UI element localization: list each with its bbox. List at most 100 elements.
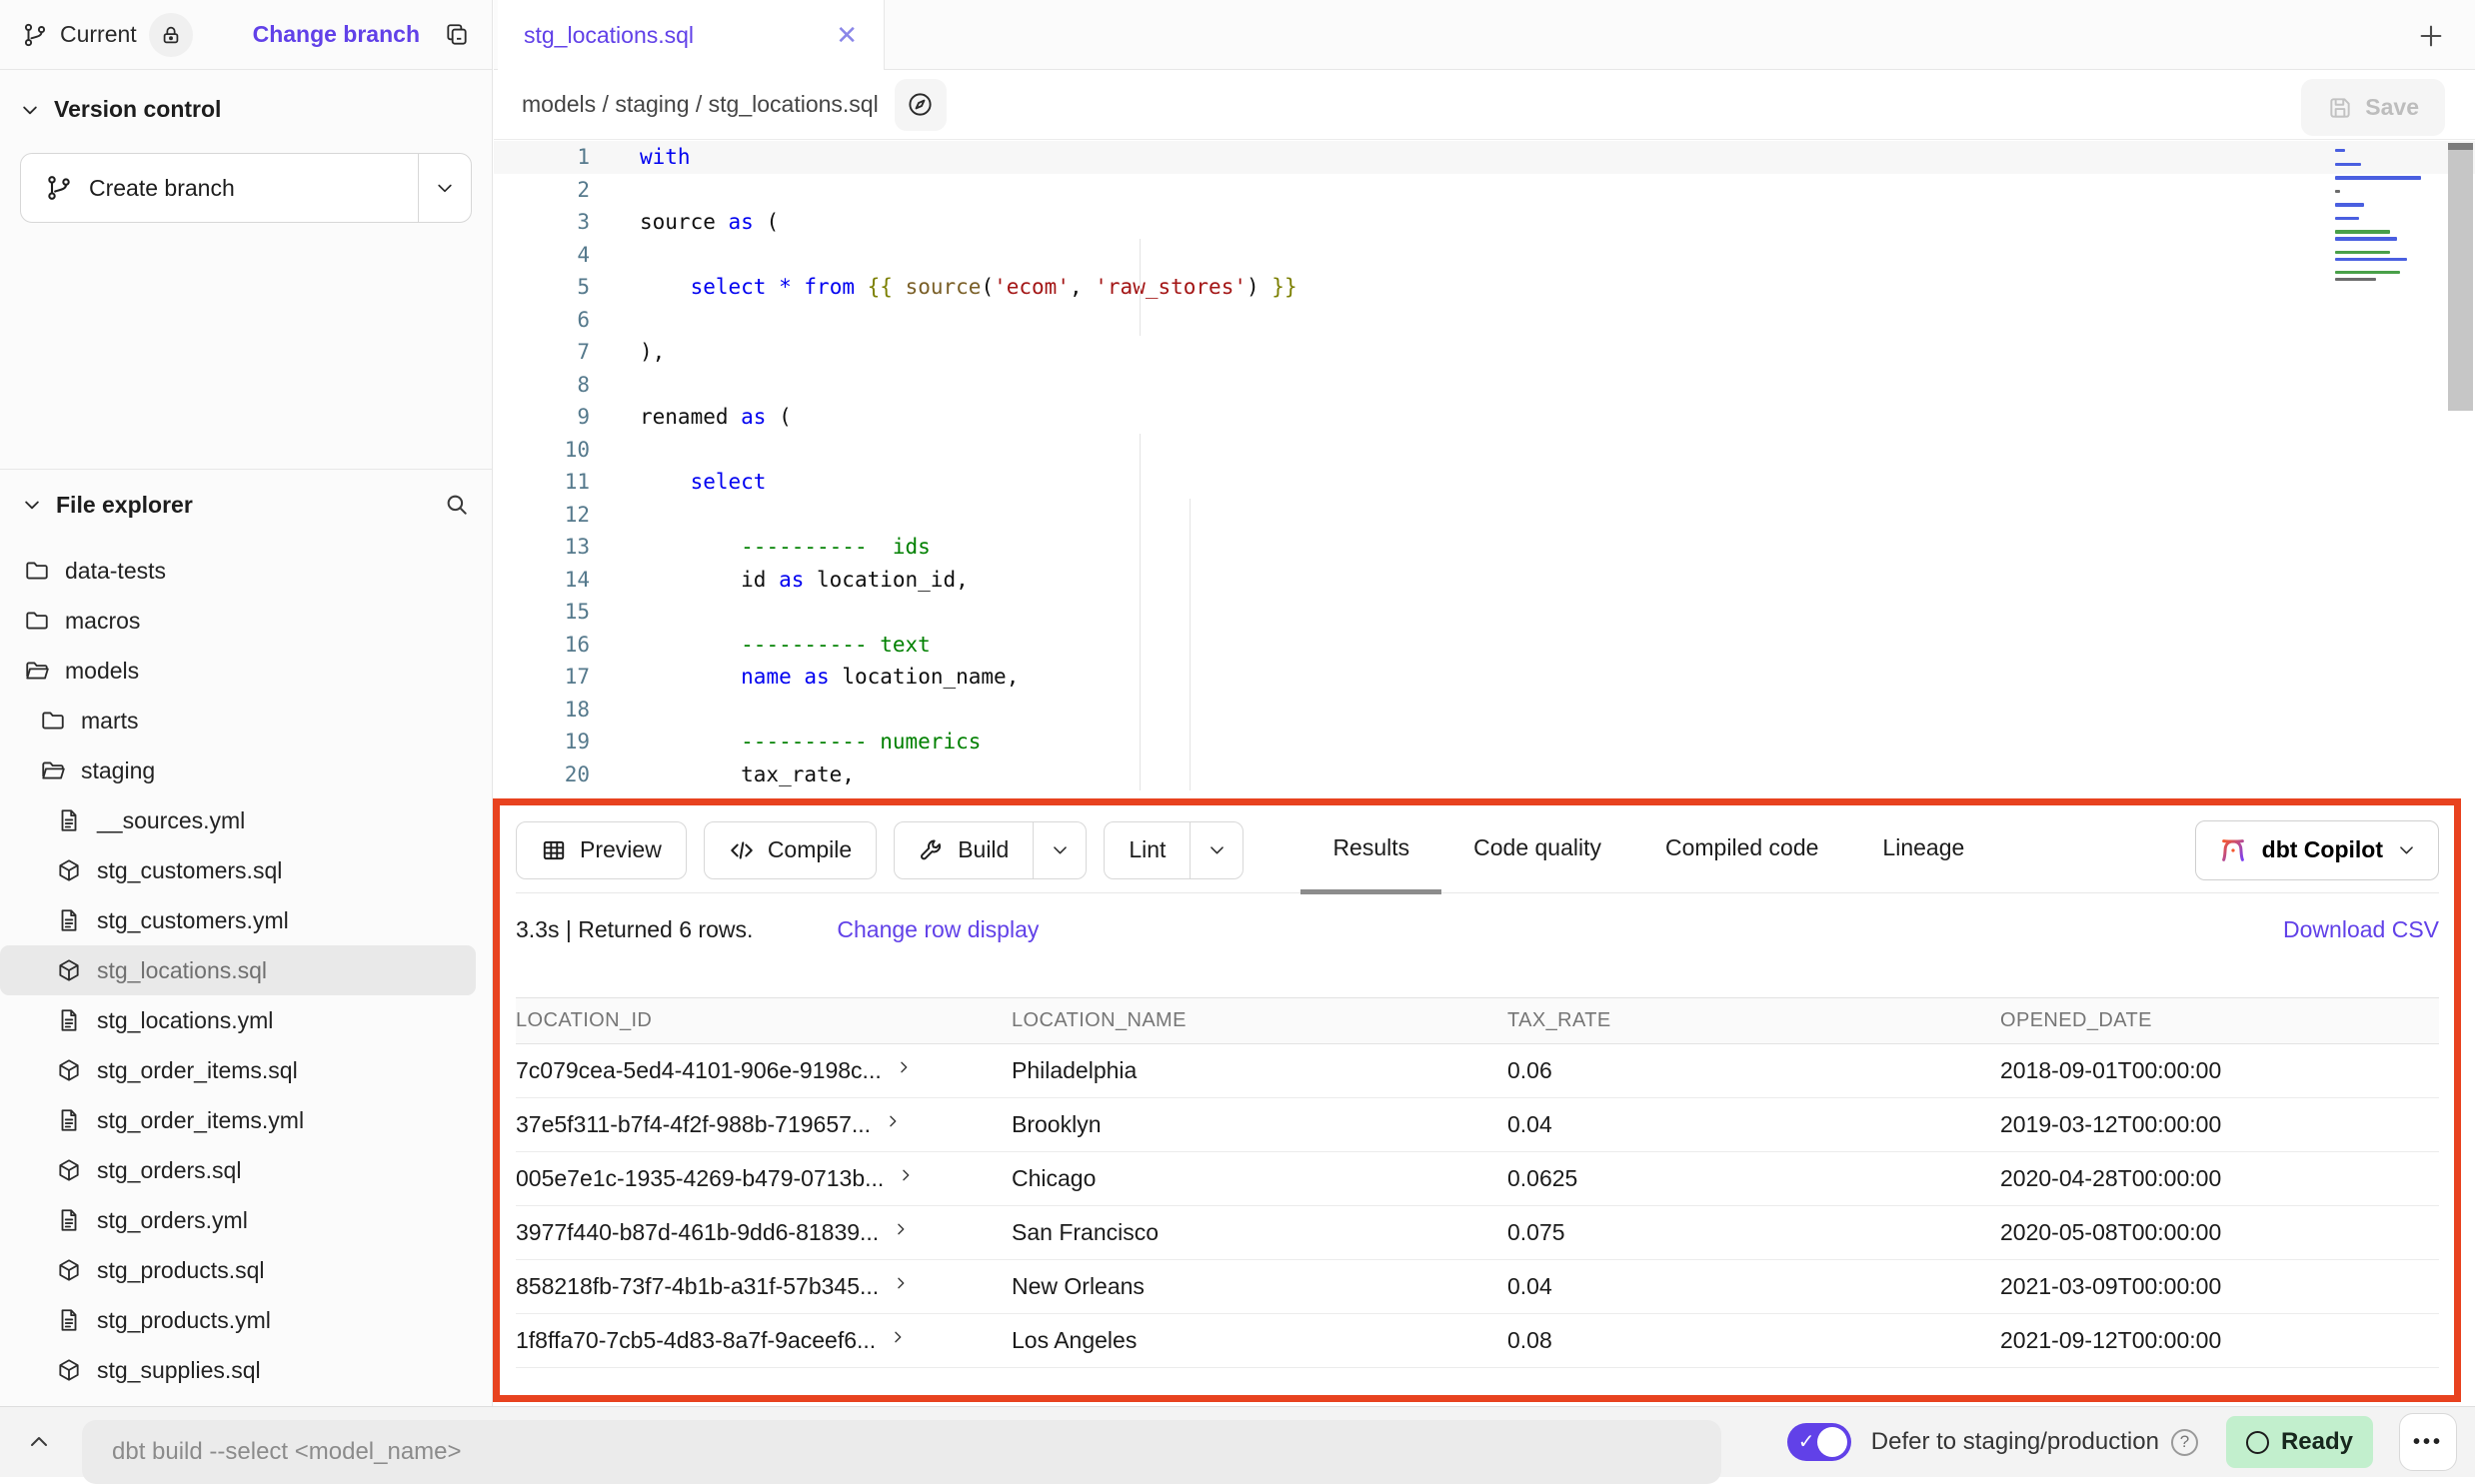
code-line-20: 20 tax_rate, — [494, 758, 2475, 791]
new-tab-button[interactable] — [2413, 18, 2449, 54]
doc-icon — [56, 1207, 83, 1233]
expand-row-icon[interactable] — [898, 1167, 914, 1183]
expand-row-icon[interactable] — [890, 1329, 906, 1345]
dbt-copilot-button[interactable]: dbt Copilot — [2195, 820, 2439, 880]
file-tree-item-stg-customers-sql[interactable]: stg_customers.sql — [0, 845, 476, 895]
save-label: Save — [2365, 94, 2419, 121]
command-input[interactable]: dbt build --select <model_name> — [82, 1420, 1721, 1484]
copy-branch-icon[interactable] — [444, 22, 470, 48]
file-tree-item-macros[interactable]: macros — [0, 596, 476, 646]
model-icon — [56, 1157, 83, 1183]
cell: 2021-09-12T00:00:00 — [2000, 1314, 2439, 1367]
save-icon — [2327, 95, 2353, 121]
doc-icon — [56, 907, 83, 933]
tab-code-quality[interactable]: Code quality — [1441, 807, 1633, 894]
line-number: 15 — [494, 600, 590, 624]
file-tree-item-stg-locations-yml[interactable]: stg_locations.yml — [0, 995, 476, 1045]
code-line-8: 8 — [494, 369, 2475, 402]
create-branch-label: Create branch — [89, 175, 235, 202]
editor-scrollbar[interactable] — [2448, 143, 2473, 411]
file-name: stg_order_items.sql — [97, 1057, 298, 1084]
code-line-1: 1with — [494, 141, 2475, 174]
change-row-display-link[interactable]: Change row display — [837, 916, 1039, 943]
file-tree: data-testsmacros models marts staging __sour… — [0, 538, 492, 1395]
cell: Los Angeles — [1012, 1314, 1507, 1367]
file-tree-item-stg-supplies-sql[interactable]: stg_supplies.sql — [0, 1345, 476, 1395]
check-icon: ✓ — [1798, 1429, 1815, 1454]
compile-button[interactable]: Compile — [704, 821, 877, 879]
status-circle-icon — [2246, 1431, 2269, 1454]
file-name: staging — [81, 757, 155, 784]
cell: 37e5f311-b7f4-4f2f-988b-719657... — [516, 1098, 1012, 1151]
cell: 2019-03-12T00:00:00 — [2000, 1098, 2439, 1151]
line-number: 14 — [494, 568, 590, 592]
file-tree-item-staging[interactable]: staging — [0, 745, 476, 795]
lint-button[interactable]: Lint — [1104, 821, 1243, 879]
chevron-down-icon[interactable] — [22, 495, 42, 515]
file-tree-item-stg-products-sql[interactable]: stg_products.sql — [0, 1245, 476, 1295]
file-tree-item-models[interactable]: models — [0, 646, 476, 696]
lint-dropdown[interactable] — [1191, 822, 1242, 878]
git-branch-icon — [45, 174, 73, 202]
download-csv-link[interactable]: Download CSV — [2283, 916, 2439, 943]
build-label: Build — [958, 836, 1009, 863]
line-number: 6 — [494, 308, 590, 332]
minimap[interactable] — [2335, 149, 2423, 285]
change-branch-link[interactable]: Change branch — [253, 21, 420, 48]
code-line-13: 13 ---------- ids — [494, 531, 2475, 564]
file-tree-item-stg-orders-yml[interactable]: stg_orders.yml — [0, 1195, 476, 1245]
save-button[interactable]: Save — [2301, 79, 2445, 136]
table-icon — [541, 837, 567, 863]
lineage-compass-button[interactable] — [895, 79, 947, 131]
search-icon[interactable] — [444, 492, 470, 518]
expand-row-icon[interactable] — [896, 1059, 912, 1075]
cell: Brooklyn — [1012, 1098, 1507, 1151]
model-icon — [56, 957, 83, 983]
defer-toggle[interactable]: ✓ — [1787, 1423, 1851, 1461]
folder-open-icon — [24, 658, 51, 684]
preview-button[interactable]: Preview — [516, 821, 687, 879]
code-line-7: 7), — [494, 336, 2475, 369]
more-options-button[interactable]: ••• — [2399, 1413, 2457, 1471]
file-tree-item-stg-products-yml[interactable]: stg_products.yml — [0, 1295, 476, 1345]
help-icon[interactable]: ? — [2171, 1429, 2198, 1456]
close-tab-icon[interactable]: ✕ — [836, 20, 858, 51]
expand-row-icon[interactable] — [893, 1275, 909, 1291]
file-tree-item-stg-locations-sql[interactable]: stg_locations.sql — [0, 945, 476, 995]
lock-icon — [160, 24, 182, 46]
results-table: LOCATION_IDLOCATION_NAMETAX_RATEOPENED_D… — [516, 997, 2439, 1368]
file-tree-item--sources-yml[interactable]: __sources.yml — [0, 795, 476, 845]
build-button[interactable]: Build — [894, 821, 1087, 879]
cell: 858218fb-73f7-4b1b-a31f-57b345... — [516, 1260, 1012, 1313]
file-tree-item-stg-customers-yml[interactable]: stg_customers.yml — [0, 895, 476, 945]
file-tree-item-stg-order-items-sql[interactable]: stg_order_items.sql — [0, 1045, 476, 1095]
file-tree-item-stg-order-items-yml[interactable]: stg_order_items.yml — [0, 1095, 476, 1145]
table-row: 3977f440-b87d-461b-9dd6-81839...San Fran… — [516, 1206, 2439, 1260]
file-name: stg_products.yml — [97, 1307, 271, 1334]
tab-results[interactable]: Results — [1300, 807, 1441, 894]
expand-row-icon[interactable] — [885, 1113, 901, 1129]
cell: 0.06 — [1507, 1044, 2000, 1097]
tab-stg-locations[interactable]: stg_locations.sql ✕ — [498, 0, 885, 71]
file-tree-item-marts[interactable]: marts — [0, 696, 476, 745]
code-editor[interactable]: 1with23source as (45 select * from {{ so… — [494, 141, 2475, 799]
tab-compiled-code[interactable]: Compiled code — [1633, 807, 1850, 894]
file-name: models — [65, 658, 139, 685]
create-branch-button[interactable]: Create branch — [20, 153, 472, 223]
doc-icon — [56, 1307, 83, 1333]
table-row: 7c079cea-5ed4-4101-906e-9198c...Philadel… — [516, 1044, 2439, 1098]
cell: 0.08 — [1507, 1314, 2000, 1367]
file-tree-item-data-tests[interactable]: data-tests — [0, 546, 476, 596]
create-branch-dropdown[interactable] — [419, 154, 471, 222]
expand-row-icon[interactable] — [893, 1221, 909, 1237]
chevron-down-icon — [1208, 840, 1227, 859]
line-number: 11 — [494, 470, 590, 494]
chevron-down-icon[interactable] — [20, 100, 40, 120]
file-explorer-title: File explorer — [56, 492, 193, 519]
build-dropdown[interactable] — [1034, 822, 1086, 878]
ready-status-badge[interactable]: Ready — [2226, 1416, 2373, 1468]
tab-lineage[interactable]: Lineage — [1850, 807, 1996, 894]
collapse-panel-button[interactable] — [18, 1430, 60, 1454]
file-tree-item-stg-orders-sql[interactable]: stg_orders.sql — [0, 1145, 476, 1195]
cell: 0.04 — [1507, 1260, 2000, 1313]
